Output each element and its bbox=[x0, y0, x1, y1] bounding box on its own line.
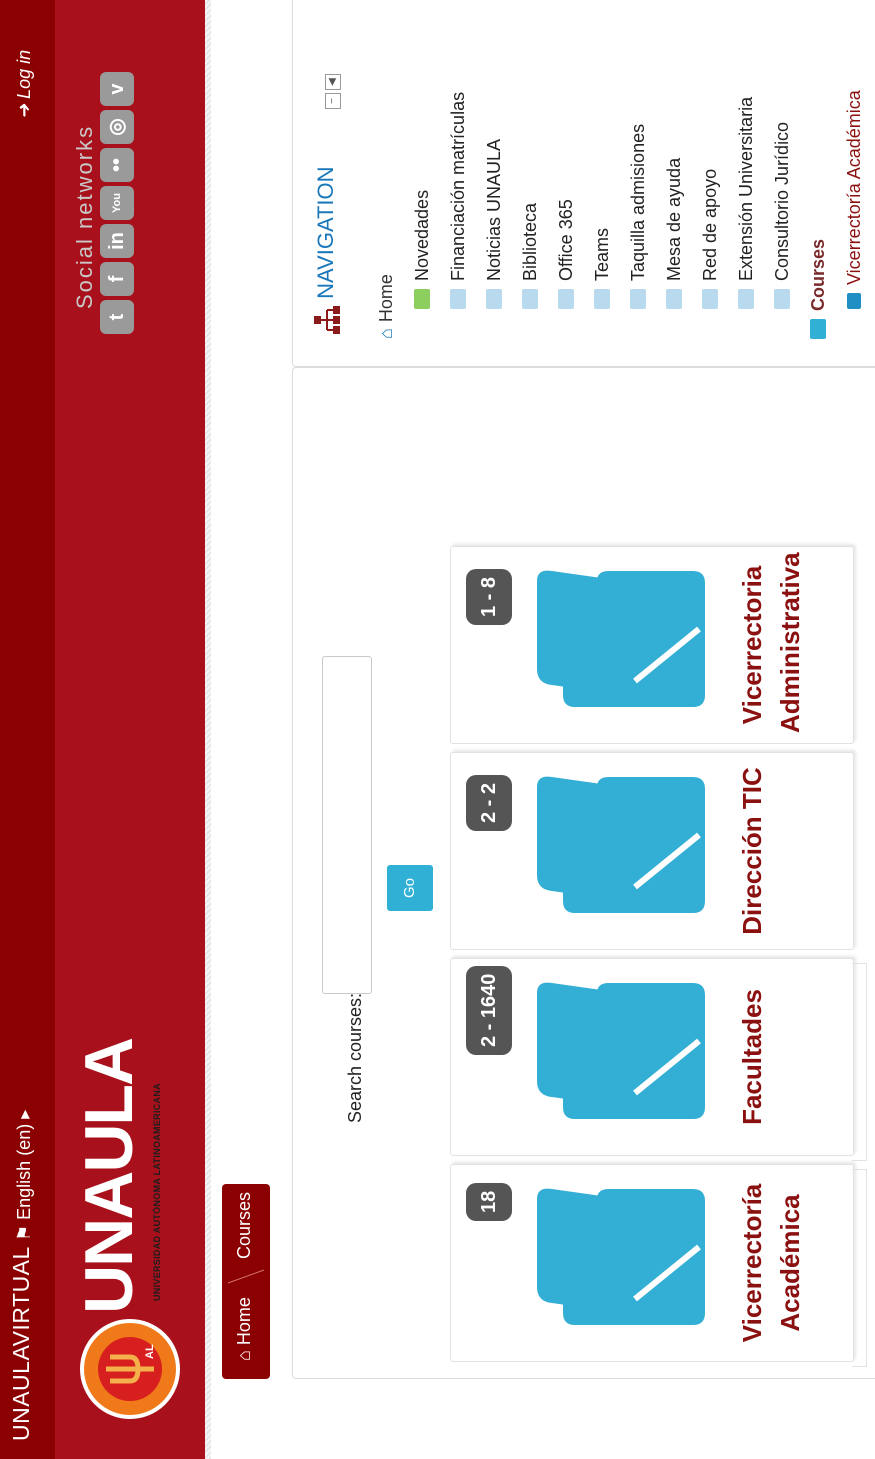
nav-item-label: Vicerrectoría Académica bbox=[843, 90, 864, 285]
sitemap-icon bbox=[314, 306, 340, 334]
category-title[interactable]: Vicerrectoria Administrativa bbox=[733, 552, 809, 733]
nav-item[interactable]: Biblioteca bbox=[512, 0, 548, 309]
nav-item-label: Teams bbox=[591, 227, 612, 281]
collapse-block-icon[interactable]: − bbox=[325, 93, 341, 109]
nav-item-label: Red de apoyo bbox=[699, 168, 720, 281]
category-title[interactable]: Dirección TIC bbox=[733, 763, 771, 939]
logo-wordmark[interactable]: UNAULA bbox=[70, 1039, 148, 1314]
nav-item-label: Biblioteca bbox=[519, 202, 540, 281]
nav-item[interactable]: Consultorio Jurídico bbox=[764, 0, 800, 309]
page-icon bbox=[558, 289, 574, 309]
logo-badge-text: AL bbox=[144, 1344, 156, 1359]
page-icon bbox=[522, 289, 538, 309]
nav-item-courses[interactable]: Courses bbox=[800, 0, 836, 339]
flag-icon: ⚑ bbox=[14, 1224, 34, 1241]
search-input[interactable] bbox=[322, 656, 372, 994]
language-label: English (en) bbox=[14, 1123, 34, 1220]
category-card[interactable]: 18 Vicerrectoría Académica bbox=[450, 1164, 854, 1362]
twitter-icon[interactable]: t bbox=[100, 300, 134, 334]
page-icon bbox=[450, 289, 466, 309]
nav-item[interactable]: Mesa de ayuda bbox=[656, 0, 692, 309]
login-link[interactable]: ➜ Log in bbox=[14, 50, 35, 119]
breadcrumb-courses[interactable]: Courses bbox=[234, 1192, 255, 1259]
header-divider bbox=[205, 0, 211, 1459]
trident-icon bbox=[106, 1354, 154, 1384]
nav-item[interactable]: Taquilla admisiones bbox=[620, 0, 656, 309]
login-label: Log in bbox=[14, 49, 34, 99]
page-icon bbox=[486, 289, 502, 309]
nav-item-label: Noticias UNAULA bbox=[483, 138, 504, 281]
dock-block-icon[interactable]: ◀ bbox=[325, 74, 341, 90]
page-icon bbox=[594, 289, 610, 309]
nav-item-subcategory[interactable]: Vicerrectoría Académica bbox=[836, 0, 872, 339]
nav-item-label: Home bbox=[375, 274, 396, 323]
nav-item[interactable]: Noticias UNAULA bbox=[476, 0, 512, 309]
document-icon bbox=[414, 289, 430, 309]
page-icon bbox=[702, 289, 718, 309]
folder-icon bbox=[537, 570, 705, 707]
social-networks-label: Social networks bbox=[72, 124, 97, 309]
nav-item[interactable]: Extensión Universitaria bbox=[728, 0, 764, 309]
search-label: Search courses: bbox=[345, 992, 365, 1123]
folder-icon bbox=[537, 1188, 705, 1325]
category-card[interactable]: 2 - 2 Dirección TIC bbox=[450, 752, 854, 950]
course-count-badge: 18 bbox=[466, 1182, 512, 1221]
nav-item-label: Consultorio Jurídico bbox=[771, 121, 792, 281]
linkedin-icon[interactable]: in bbox=[100, 224, 134, 258]
nav-item[interactable]: Novedades bbox=[404, 0, 440, 309]
nav-item[interactable]: Red de apoyo bbox=[692, 0, 728, 309]
category-card[interactable]: 2 - 1640 Facultades bbox=[450, 958, 854, 1156]
folder-icon bbox=[537, 776, 705, 913]
page-icon bbox=[630, 289, 646, 309]
navigation-title-text: NAVIGATION bbox=[312, 166, 338, 299]
card-edge bbox=[852, 1169, 867, 1367]
nav-item-label: Courses bbox=[807, 238, 828, 311]
nav-item-label: Office 365 bbox=[555, 199, 576, 281]
page-icon bbox=[738, 289, 754, 309]
category-card[interactable]: 1 - 8 Vicerrectoria Administrativa bbox=[450, 546, 854, 744]
vimeo-icon[interactable]: v bbox=[100, 72, 134, 106]
page-icon bbox=[774, 289, 790, 309]
breadcrumb: ⌂ Home Courses bbox=[222, 1184, 270, 1379]
instagram-icon[interactable]: ◎ bbox=[100, 110, 134, 144]
login-icon: ➜ bbox=[14, 103, 34, 119]
site-name-link[interactable]: UNAULAVIRTUAL bbox=[8, 1246, 35, 1441]
navigation-title: NAVIGATION bbox=[312, 166, 342, 335]
home-icon: ⌂ bbox=[375, 328, 396, 339]
nav-item[interactable]: Office 365 bbox=[548, 0, 584, 309]
nav-item[interactable]: Financiación matrículas bbox=[440, 0, 476, 309]
page: UNAULAVIRTUAL ⚑ English (en) ▸ ➜ Log in … bbox=[0, 0, 875, 1459]
flickr-icon[interactable]: •• bbox=[100, 148, 134, 182]
nav-item-label: Novedades bbox=[411, 189, 432, 281]
caret-right-icon: ▸ bbox=[14, 1109, 34, 1119]
breadcrumb-home[interactable]: ⌂ Home bbox=[234, 1297, 255, 1361]
logo-emblem[interactable]: AL bbox=[80, 1319, 180, 1419]
course-count-badge: 1 - 8 bbox=[466, 568, 512, 625]
course-count-badge: 2 - 2 bbox=[466, 774, 512, 831]
language-menu[interactable]: ⚑ English (en) ▸ bbox=[14, 1110, 35, 1241]
logo-subtitle: UNIVERSIDAD AUTÓNOMA LATINOAMERICANA bbox=[152, 1083, 162, 1301]
folder-icon bbox=[847, 293, 861, 309]
card-edge bbox=[852, 963, 867, 1161]
breadcrumb-home-label: Home bbox=[234, 1297, 254, 1346]
folder-icon bbox=[810, 319, 826, 339]
folder-icon bbox=[537, 982, 705, 1119]
home-icon: ⌂ bbox=[234, 1350, 254, 1361]
course-count-badge: 2 - 1640 bbox=[466, 965, 512, 1055]
nav-item-label: Extensión Universitaria bbox=[735, 96, 756, 281]
category-title[interactable]: Vicerrectoría Académica bbox=[733, 1175, 809, 1351]
search-go-button[interactable]: Go bbox=[387, 865, 433, 911]
nav-item-label: Taquilla admisiones bbox=[627, 123, 648, 281]
navigation-list: ⌂ Home Novedades Financiación matrículas… bbox=[368, 0, 872, 339]
page-icon bbox=[666, 289, 682, 309]
youtube-icon[interactable]: You bbox=[100, 186, 134, 220]
nav-item[interactable]: Teams bbox=[584, 0, 620, 309]
block-controls: −◀ bbox=[322, 71, 341, 109]
facebook-icon[interactable]: f bbox=[100, 262, 134, 296]
nav-item-label: Mesa de ayuda bbox=[663, 157, 684, 281]
nav-item-label: Financiación matrículas bbox=[447, 91, 468, 281]
breadcrumb-separator bbox=[228, 1268, 264, 1284]
category-title[interactable]: Facultades bbox=[733, 969, 771, 1145]
nav-item-home[interactable]: ⌂ Home bbox=[368, 0, 404, 339]
